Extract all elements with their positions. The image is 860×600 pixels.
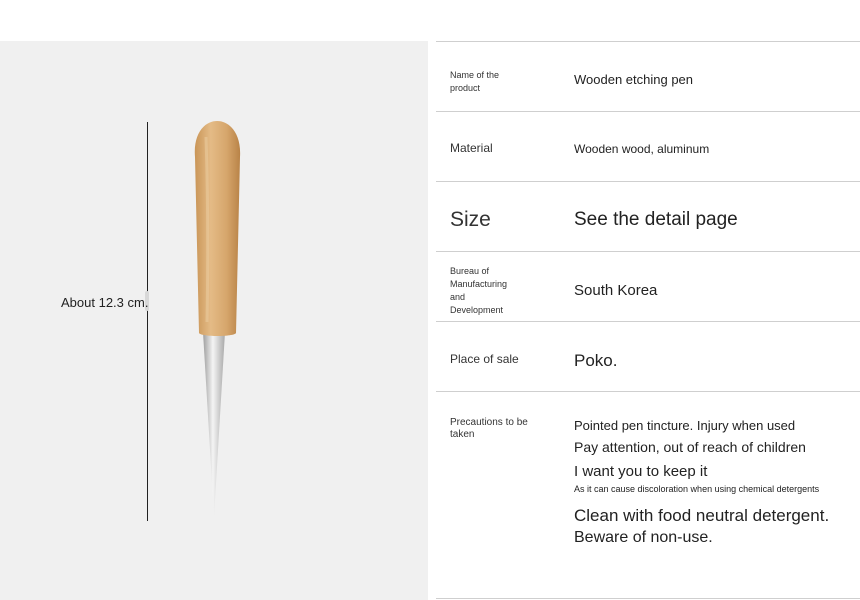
spec-row-size: Size See the detail page xyxy=(436,181,860,252)
spec-row-material: Material Wooden wood, aluminum xyxy=(436,111,860,182)
bureau-label-line: Development xyxy=(450,305,504,315)
spec-label-bureau: Bureau of Manufacturing and Development xyxy=(450,265,507,317)
spec-row-bureau: Bureau of Manufacturing and Development … xyxy=(436,251,860,322)
etching-pen-image xyxy=(194,121,241,517)
measurement-label: About 12.3 cm. xyxy=(61,295,149,310)
bureau-label-line: and xyxy=(450,292,466,302)
spec-row-precautions: Precautions to be taken Pointed pen tinc… xyxy=(436,391,860,598)
bureau-label-line: Manufacturing xyxy=(450,279,508,289)
spec-value-name: Wooden etching pen xyxy=(574,72,694,87)
spec-row-place: Place of sale Poko. xyxy=(436,321,860,392)
bureau-label-line: Bureau of xyxy=(450,266,490,276)
spec-label-material: Material xyxy=(450,141,493,155)
precaution-line: Beware of non-use. xyxy=(574,529,713,546)
wooden-handle-shape xyxy=(194,121,241,336)
precaution-line: Pay attention, out of reach of children xyxy=(574,439,806,455)
precaution-line: Pointed pen tincture. Injury when used xyxy=(574,418,796,433)
measurement-line xyxy=(147,122,148,521)
spec-label-place: Place of sale xyxy=(450,352,519,366)
spec-label-size: Size xyxy=(450,208,491,231)
product-image-panel: About 12.3 cm. xyxy=(0,41,428,600)
metal-tip-shape xyxy=(203,332,225,517)
spec-value-place: Poko. xyxy=(574,351,618,370)
spec-value-material: Wooden wood, aluminum xyxy=(574,142,710,156)
precaution-line: I want you to keep it xyxy=(574,463,708,480)
spec-label-name: Name of the product xyxy=(450,70,500,93)
spec-value-bureau: South Korea xyxy=(574,282,658,299)
precaution-line: Clean with food neutral detergent. xyxy=(574,506,830,525)
precautions-text: Pointed pen tincture. Injury when used P… xyxy=(574,417,858,549)
spec-value-size: See the detail page xyxy=(574,209,738,230)
table-bottom-divider xyxy=(436,598,860,599)
spec-table: Name of the product Wooden etching pen M… xyxy=(436,41,860,600)
spec-label-precautions: Precautions to be taken xyxy=(450,417,528,440)
spec-row-name: Name of the product Wooden etching pen xyxy=(436,41,860,112)
precaution-line: As it can cause discoloration when using… xyxy=(574,484,820,494)
